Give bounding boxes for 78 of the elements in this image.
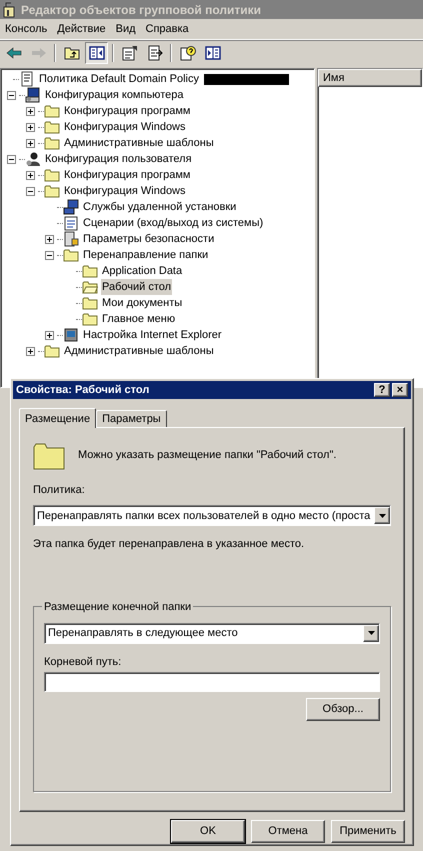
tree-item[interactable]: Конфигурация пользователя (44, 151, 193, 167)
properties-icon (122, 44, 138, 60)
menu-item[interactable]: Действие (52, 21, 111, 38)
policy-label: Политика: (33, 482, 86, 498)
tree-item[interactable]: Службы удаленной установки (82, 199, 238, 215)
expand-icon[interactable] (26, 138, 35, 148)
help-icon (180, 44, 196, 60)
tree-item[interactable]: Административные шаблоны (63, 343, 215, 359)
collapse-icon[interactable] (7, 90, 16, 100)
computer-icon (25, 87, 41, 103)
folder-icon (44, 184, 60, 198)
menu-item[interactable]: Консоль (0, 21, 52, 38)
expand-icon[interactable] (45, 330, 54, 340)
browse-button[interactable]: Обзор... (306, 698, 380, 722)
tree-item[interactable]: Конфигурация Windows (63, 119, 186, 135)
folder-icon (82, 296, 98, 310)
column-header[interactable]: Имя (318, 69, 422, 87)
cancel-button[interactable]: Отмена (251, 820, 325, 843)
dialog-title: Свойства: Рабочий стол (16, 382, 150, 398)
tree-item[interactable]: Конфигурация Windows (63, 183, 186, 199)
server-lock-icon (63, 231, 79, 247)
close-button[interactable]: × (392, 382, 408, 397)
tree-item[interactable]: Сценарии (вход/выход из системы) (82, 215, 264, 231)
folder-icon (44, 168, 60, 182)
apply-button[interactable]: Применить (331, 820, 405, 843)
tree-item[interactable]: Мои документы (101, 295, 184, 311)
help-button[interactable]: ? (374, 382, 390, 397)
expand-icon[interactable] (26, 346, 35, 356)
tree-item[interactable]: Главное меню (101, 311, 176, 327)
folder-icon (63, 248, 79, 262)
tree-item[interactable]: Параметры безопасности (82, 231, 216, 247)
split-pane-icon (88, 44, 104, 60)
tree-item[interactable]: Application Data (101, 263, 184, 279)
document-icon (63, 215, 79, 231)
tree-item[interactable]: Конфигурация компьютера (44, 87, 184, 103)
expand-icon[interactable] (26, 122, 35, 132)
expand-icon[interactable] (26, 170, 35, 180)
folder-icon (33, 442, 65, 470)
tab[interactable]: Параметры (96, 410, 167, 427)
folder-icon (44, 344, 60, 358)
tree-item[interactable]: Конфигурация программ (63, 167, 192, 183)
root-path-label: Корневой путь: (44, 654, 122, 670)
ok-button[interactable]: OK (171, 820, 245, 843)
tree-item[interactable]: Настройка Internet Explorer (82, 327, 223, 343)
menu-item[interactable]: Справка (140, 21, 194, 38)
tree-item[interactable]: Перенаправление папки (82, 247, 210, 263)
tree-item[interactable]: Конфигурация программ (63, 103, 192, 119)
target-dropdown[interactable]: Перенаправлять в следующее место (44, 622, 380, 644)
group-title: Размещение конечной папки (42, 598, 194, 616)
open-folder-icon (82, 280, 98, 294)
tree-item[interactable]: Политика Default Domain Policy (38, 71, 200, 87)
scroll-icon (19, 71, 35, 87)
folder-icon (82, 264, 98, 278)
user-icon (25, 151, 41, 167)
back-arrow-icon (6, 44, 22, 60)
policy-note: Эта папка будет перенаправлена в указанное место. (33, 537, 306, 552)
folder-icon (44, 104, 60, 118)
intro-text: Можно указать размещение папки "Рабочий стол". (78, 448, 336, 464)
policy-dropdown[interactable]: Перенаправлять папки всех пользователей в одно место (проста (33, 505, 391, 526)
window-title: Редактор объектов групповой политики (21, 2, 262, 18)
toolbar-button[interactable] (85, 42, 108, 64)
menu-item[interactable]: Вид (110, 21, 141, 38)
tree-item[interactable]: Административные шаблоны (63, 135, 215, 151)
split-pane-icon (204, 44, 220, 60)
folder-icon (44, 120, 60, 134)
collapse-icon[interactable] (45, 250, 54, 260)
folder-icon (82, 312, 98, 326)
collapse-icon[interactable] (7, 154, 16, 164)
folder-up-icon (64, 44, 80, 60)
collapse-icon[interactable] (26, 186, 35, 196)
export-list-icon (146, 44, 162, 60)
computer-icon (63, 199, 79, 215)
tab[interactable]: Размещение (19, 408, 96, 428)
folder-icon (44, 136, 60, 150)
expand-icon[interactable] (45, 234, 54, 244)
tree-item[interactable]: Рабочий стол (101, 279, 172, 295)
expand-icon[interactable] (26, 106, 35, 116)
root-path-field[interactable] (44, 672, 380, 692)
